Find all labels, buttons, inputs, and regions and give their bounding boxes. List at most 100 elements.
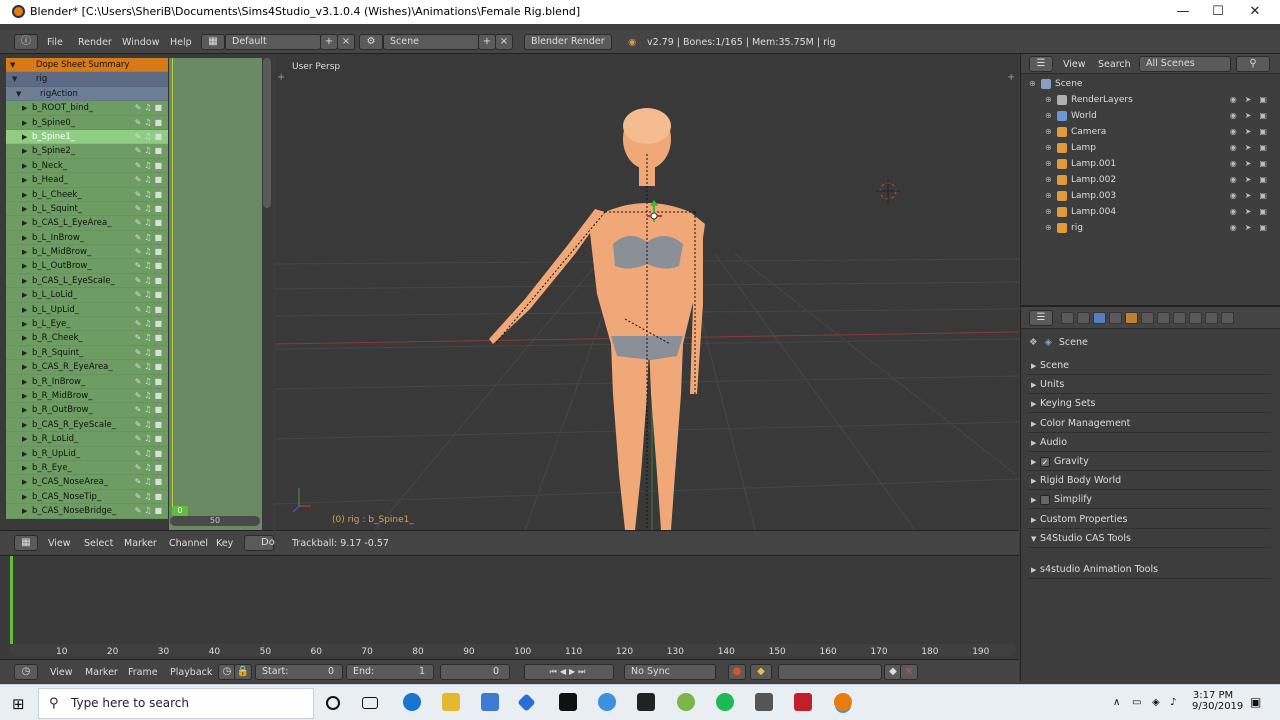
outliner-item[interactable]: ⊕ rig ◉➤▣ xyxy=(1021,220,1280,236)
bone-channel-row[interactable]: ▶ b_Spine1_ ✎♫■ xyxy=(6,129,168,145)
expand-triangle-icon[interactable]: ▶ xyxy=(1031,453,1036,471)
scene-field[interactable]: Scene xyxy=(383,34,479,50)
expand-triangle-icon[interactable]: ▶ xyxy=(22,274,27,288)
layout-icon[interactable]: ▦ xyxy=(201,34,225,50)
bone-channel-row[interactable]: ▶ b_R_LoLid_ ✎♫■ xyxy=(6,432,168,447)
ds-menu-marker[interactable]: Marker xyxy=(124,538,157,549)
render-tab-icon[interactable] xyxy=(1061,312,1074,324)
expand-triangle-icon[interactable]: ▶ xyxy=(22,288,27,302)
notification-icon[interactable]: ▣ xyxy=(1250,695,1261,709)
channel-toggle-icons[interactable]: ✎♫■ xyxy=(135,288,165,302)
channel-toggle-icons[interactable]: ✎♫■ xyxy=(135,389,165,403)
windows-start-icon[interactable]: ⊞ xyxy=(12,695,25,713)
expand-triangle-icon[interactable]: ▶ xyxy=(22,331,27,345)
visibility-icons[interactable]: ◉➤▣ xyxy=(1230,172,1275,188)
render-engine-select[interactable]: Blender Render xyxy=(524,34,612,50)
panel-checkbox[interactable]: ✓ xyxy=(1040,456,1050,467)
infinity-icon[interactable] xyxy=(598,693,616,711)
panel-rigid-body-world[interactable]: ▶ Rigid Body World xyxy=(1027,472,1271,491)
dopesheet-channel-list[interactable]: ▼ Dope Sheet Summary ▼ rig ▼ rigAction ▶ b_R… xyxy=(6,58,168,530)
visibility-icons[interactable]: ◉➤▣ xyxy=(1230,156,1275,172)
outliner-item[interactable]: ⊕ Lamp.004 ◉➤▣ xyxy=(1021,204,1280,220)
menu-file[interactable]: File xyxy=(47,37,63,48)
channel-toggle-icons[interactable]: ✎♫■ xyxy=(135,245,165,259)
ds-menu-key[interactable]: Key xyxy=(216,538,233,549)
collapse-triangle-icon[interactable]: ▼ xyxy=(1031,530,1036,548)
3d-viewport[interactable]: User Persp (0) rig : b_Spine1_ + + xyxy=(275,54,1019,530)
expand-triangle-icon[interactable]: ▶ xyxy=(1031,472,1036,490)
ds-menu-view[interactable]: View xyxy=(48,538,71,549)
pin-icon[interactable]: ❖ xyxy=(1029,337,1038,348)
panel-simplify[interactable]: ▶ Simplify xyxy=(1027,491,1271,510)
bone-channel-row[interactable]: ▶ b_R_MidBrow_ ✎♫■ xyxy=(6,388,168,404)
keying-set-field[interactable] xyxy=(778,664,882,680)
outliner-search-icon[interactable]: ⚲ xyxy=(1236,56,1270,72)
channel-toggle-icons[interactable]: ✎♫■ xyxy=(135,461,165,475)
outliner-item[interactable]: ⊕ Lamp ◉➤▣ xyxy=(1021,140,1280,156)
properties-editor-icon[interactable]: ☰ xyxy=(1029,310,1053,326)
expand-triangle-icon[interactable]: ▶ xyxy=(22,317,27,331)
outliner-expand-icon[interactable]: ⊕ xyxy=(1045,156,1052,172)
panel-scene[interactable]: ▶ Scene xyxy=(1027,357,1271,375)
add-layout-icon[interactable]: + xyxy=(320,34,338,50)
action-row[interactable]: ▼ rigAction xyxy=(6,86,168,102)
bone-constraints-tab-icon[interactable] xyxy=(1205,312,1218,324)
panel-checkbox[interactable] xyxy=(1040,494,1050,505)
expand-triangle-icon[interactable]: ▶ xyxy=(22,403,27,417)
outliner-display-select[interactable]: All Scenes xyxy=(1139,56,1231,72)
channel-toggle-icons[interactable]: ✎♫■ xyxy=(135,418,165,432)
bone-channel-row[interactable]: ▶ b_CAS_L_EyeArea_ ✎♫■ xyxy=(6,216,168,231)
channel-toggle-icons[interactable]: ✎♫■ xyxy=(135,504,165,518)
outliner-item[interactable]: ⊕ Scene xyxy=(1021,76,1280,92)
channel-toggle-icons[interactable]: ✎♫■ xyxy=(135,317,165,331)
outliner-expand-icon[interactable]: ⊕ xyxy=(1045,172,1052,188)
bone-channel-row[interactable]: ▶ b_ROOT_bind_ ✎♫■ xyxy=(6,101,168,116)
mail-icon[interactable] xyxy=(637,693,655,711)
bone-channel-row[interactable]: ▶ b_R_Cheek_ ✎♫■ xyxy=(6,331,168,346)
visibility-icons[interactable]: ◉➤▣ xyxy=(1230,220,1275,236)
record-button[interactable]: ● xyxy=(728,664,746,680)
world-tab-icon[interactable] xyxy=(1109,312,1122,324)
channel-toggle-icons[interactable]: ✎♫■ xyxy=(135,259,165,273)
keying-set-icon[interactable]: ◆ xyxy=(750,664,772,680)
expand-triangle-icon[interactable]: ▶ xyxy=(22,432,27,446)
panel-audio[interactable]: ▶ Audio xyxy=(1027,434,1271,452)
dopesheet-keyframe-area[interactable] xyxy=(168,58,262,530)
data-tab-icon[interactable] xyxy=(1173,312,1186,324)
sims4studio-icon[interactable] xyxy=(794,693,812,711)
dopesheet-scroll-ruler[interactable]: 50 xyxy=(170,516,260,526)
timeline-editor[interactable]: 10 20 30 40 50 60 70 80 90 100 110 120 130 140 150 160 1… xyxy=(0,555,1019,659)
dopesheet-scrollbar[interactable] xyxy=(263,58,271,208)
expand-triangle-icon[interactable]: ▶ xyxy=(22,375,27,389)
expand-triangle-icon[interactable]: ▶ xyxy=(1031,376,1036,394)
delete-keyframe-icon[interactable]: × xyxy=(900,664,918,680)
blender-taskbar-icon[interactable] xyxy=(834,693,852,711)
texture-tab-icon[interactable] xyxy=(1221,312,1234,324)
bone-channel-row[interactable]: ▶ b_CAS_NoseTip_ ✎♫■ xyxy=(6,489,168,505)
bone-channel-row[interactable]: ▶ b_CAS_L_EyeScale_ ✎♫■ xyxy=(6,273,168,289)
channel-toggle-icons[interactable]: ✎♫■ xyxy=(135,375,165,389)
expand-triangle-icon[interactable]: ▶ xyxy=(22,475,27,489)
taskbar-search-box[interactable]: ⚲ Type here to search xyxy=(38,688,314,719)
channel-toggle-icons[interactable]: ✎♫■ xyxy=(135,346,165,360)
expand-triangle-icon[interactable]: ▶ xyxy=(22,259,27,273)
bone-channel-row[interactable]: ▶ b_R_Squint_ ✎♫■ xyxy=(6,345,168,361)
expand-triangle-icon[interactable]: ▶ xyxy=(22,418,27,432)
layout-field[interactable]: Default xyxy=(225,34,321,50)
channel-toggle-icons[interactable]: ✎♫■ xyxy=(135,303,165,317)
outliner-expand-icon[interactable]: ⊕ xyxy=(1045,124,1052,140)
visibility-icons[interactable]: ◉➤▣ xyxy=(1230,108,1275,124)
scene-icon[interactable]: ⚙ xyxy=(359,34,383,50)
bone-channel-row[interactable]: ▶ b_Spine0_ ✎♫■ xyxy=(6,115,168,130)
outliner-item[interactable]: ⊕ World ◉➤▣ xyxy=(1021,108,1280,124)
tl-menu-view[interactable]: View xyxy=(50,667,73,678)
visibility-icons[interactable]: ◉➤▣ xyxy=(1230,140,1275,156)
channel-toggle-icons[interactable]: ✎♫■ xyxy=(135,274,165,288)
dopesheet-editor-icon[interactable]: ▦ xyxy=(14,535,38,551)
bone-channel-row[interactable]: ▶ b_Spine2_ ✎♫■ xyxy=(6,144,168,159)
task-view-icon[interactable] xyxy=(362,697,378,709)
panel-custom-properties[interactable]: ▶ Custom Properties xyxy=(1027,511,1271,529)
store-icon[interactable] xyxy=(481,693,499,711)
panel-units[interactable]: ▶ Units xyxy=(1027,376,1271,395)
expand-triangle-icon[interactable]: ▶ xyxy=(22,101,27,115)
